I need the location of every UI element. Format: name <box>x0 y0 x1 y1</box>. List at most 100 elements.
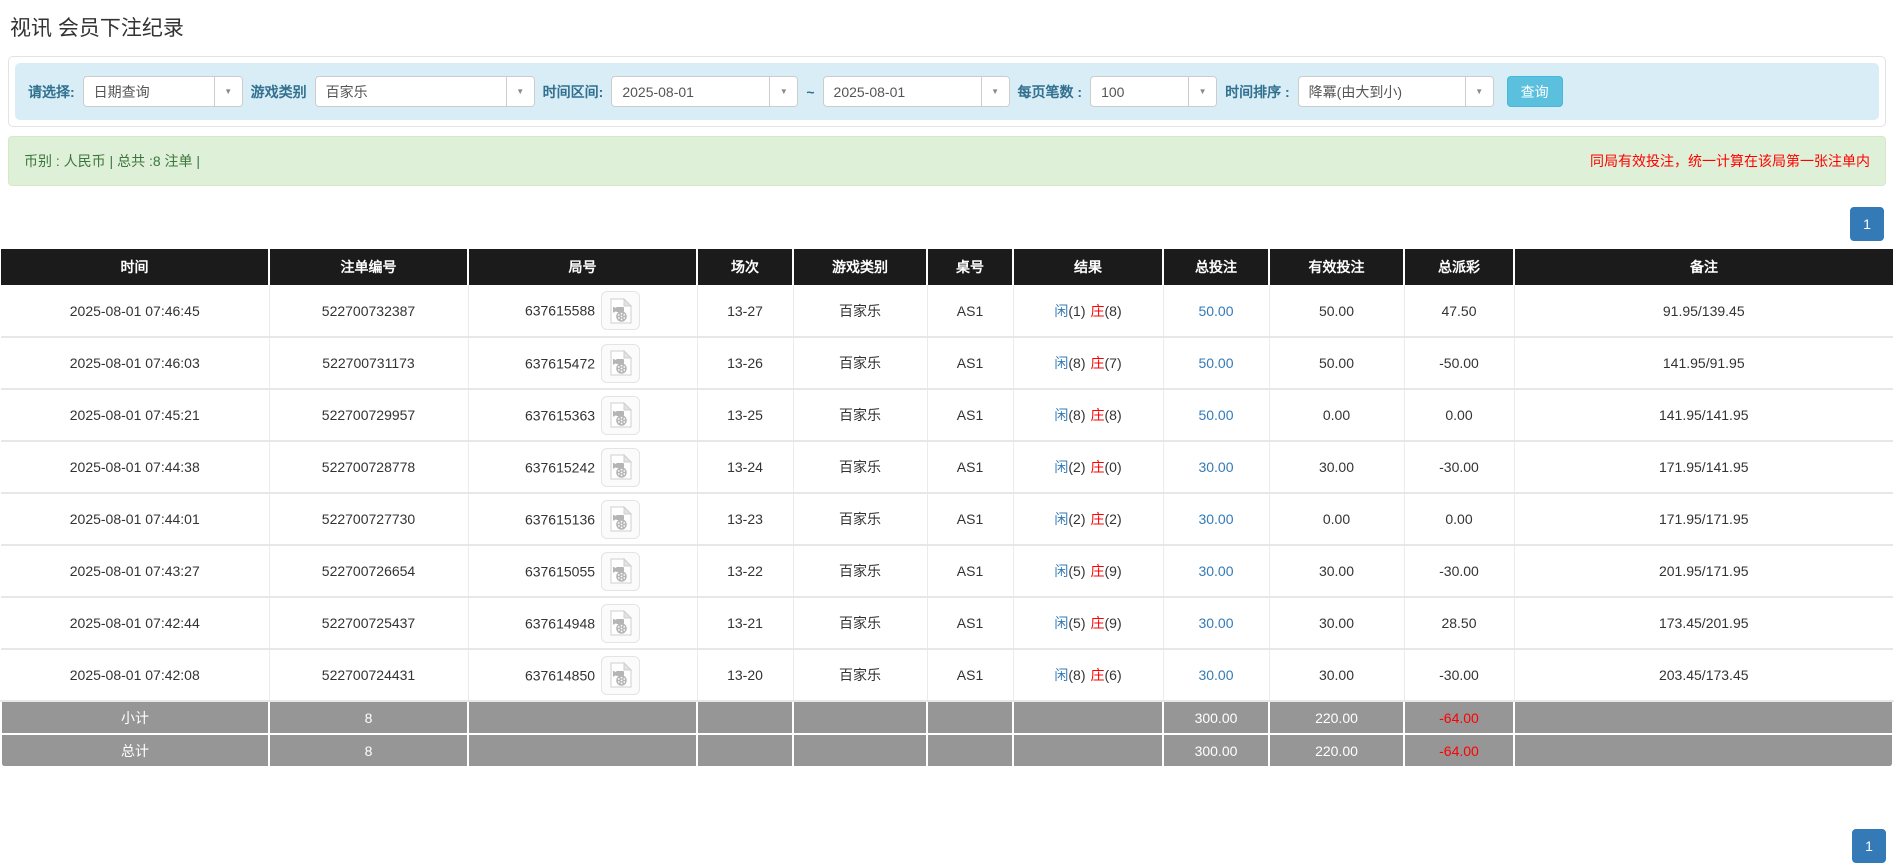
cell-valid-bet: 30.00 <box>1269 597 1404 649</box>
total-bet-link[interactable]: 30.00 <box>1198 563 1233 579</box>
date-from-select[interactable]: 2025-08-01 ▼ <box>611 76 798 107</box>
total-bet-link[interactable]: 30.00 <box>1198 615 1233 631</box>
cell-total-bet: 50.00 <box>1163 285 1269 337</box>
total-bet-link[interactable]: 30.00 <box>1198 459 1233 475</box>
query-type-select[interactable]: 日期查询 ▼ <box>83 76 243 107</box>
chevron-down-icon[interactable]: ▼ <box>214 77 242 106</box>
cell-session: 13-26 <box>697 337 793 389</box>
date-to-value: 2025-08-01 <box>824 84 981 100</box>
grand-total-row-remark <box>1514 734 1893 767</box>
cell-valid-bet: 30.00 <box>1269 441 1404 493</box>
grand-total-row-empty <box>468 734 697 767</box>
cell-bet-id: 522700725437 <box>269 597 468 649</box>
result-player: 闲 <box>1054 355 1068 371</box>
cell-payout: -30.00 <box>1404 649 1514 701</box>
cell-total-bet: 30.00 <box>1163 441 1269 493</box>
total-bet-link[interactable]: 50.00 <box>1198 407 1233 423</box>
cell-table-number: AS1 <box>927 597 1013 649</box>
cell-session: 13-22 <box>697 545 793 597</box>
cell-time: 2025-08-01 07:45:21 <box>1 389 269 441</box>
result-banker-score: (2) <box>1105 511 1122 527</box>
cell-game-category: 百家乐 <box>793 389 927 441</box>
cell-table-number: AS1 <box>927 441 1013 493</box>
cell-bet-id: 522700724431 <box>269 649 468 701</box>
video-record-button[interactable] <box>601 656 640 695</box>
cell-time: 2025-08-01 07:44:38 <box>1 441 269 493</box>
result-banker-score: (9) <box>1105 615 1122 631</box>
total-bet-link[interactable]: 30.00 <box>1198 667 1233 683</box>
chevron-down-icon[interactable]: ▼ <box>1188 77 1216 106</box>
cell-remark: 201.95/171.95 <box>1514 545 1893 597</box>
video-record-button[interactable] <box>601 344 640 383</box>
time-range-label: 时间区间: <box>543 82 604 102</box>
cell-round: 637614948 <box>468 597 697 649</box>
cell-bet-id: 522700727730 <box>269 493 468 545</box>
subtotal-row-empty <box>1013 701 1163 734</box>
subtotal-row-valid-bet: 220.00 <box>1269 701 1404 734</box>
range-tilde: ~ <box>806 84 814 100</box>
video-record-button[interactable] <box>601 500 640 539</box>
video-record-button[interactable] <box>601 552 640 591</box>
result-banker-score: (8) <box>1105 407 1122 423</box>
cell-valid-bet: 30.00 <box>1269 545 1404 597</box>
cell-table-number: AS1 <box>927 649 1013 701</box>
chevron-down-icon[interactable]: ▼ <box>769 77 797 106</box>
subtotal-row-count: 8 <box>269 701 468 734</box>
subtotal-row: 小计8300.00220.00-64.00 <box>1 701 1893 734</box>
video-record-icon <box>609 402 633 428</box>
summary-currency-total: 币别 : 人民币 | 总共 :8 注单 | <box>24 151 200 171</box>
query-type-value: 日期查询 <box>84 82 214 102</box>
time-sort-select[interactable]: 降冪(由大到小) ▼ <box>1298 76 1494 107</box>
date-to-select[interactable]: 2025-08-01 ▼ <box>823 76 1010 107</box>
cell-round: 637615055 <box>468 545 697 597</box>
cell-bet-id: 522700731173 <box>269 337 468 389</box>
video-record-button[interactable] <box>601 291 640 330</box>
cell-game-category: 百家乐 <box>793 649 927 701</box>
page-size-value: 100 <box>1091 84 1188 100</box>
chevron-down-icon[interactable]: ▼ <box>981 77 1009 106</box>
page-size-select[interactable]: 100 ▼ <box>1090 76 1217 107</box>
total-bet-link[interactable]: 50.00 <box>1198 355 1233 371</box>
cell-result: 闲(5)庄(9) <box>1013 597 1163 649</box>
pagination-bottom-page-1[interactable]: 1 <box>1852 829 1886 863</box>
summary-notice: 同局有效投注，统一计算在该局第一张注单内 <box>1590 151 1870 171</box>
cell-result: 闲(8)庄(8) <box>1013 389 1163 441</box>
time-sort-label: 时间排序 : <box>1225 82 1290 102</box>
result-player-score: (2) <box>1068 459 1085 475</box>
cell-time: 2025-08-01 07:46:45 <box>1 285 269 337</box>
total-bet-link[interactable]: 30.00 <box>1198 511 1233 527</box>
column-header: 局号 <box>468 249 697 285</box>
table-row: 2025-08-01 07:44:01522700727730637615136… <box>1 493 1893 545</box>
subtotal-row-empty <box>697 701 793 734</box>
total-bet-link[interactable]: 50.00 <box>1198 303 1233 319</box>
result-player-score: (5) <box>1068 615 1085 631</box>
round-number: 637614850 <box>525 667 595 683</box>
date-from-value: 2025-08-01 <box>612 84 769 100</box>
column-header: 场次 <box>697 249 793 285</box>
search-button[interactable]: 查询 <box>1507 76 1563 107</box>
column-header: 游戏类别 <box>793 249 927 285</box>
chevron-down-icon[interactable]: ▼ <box>506 77 534 106</box>
chevron-down-icon[interactable]: ▼ <box>1465 77 1493 106</box>
video-record-button[interactable] <box>601 604 640 643</box>
cell-session: 13-21 <box>697 597 793 649</box>
cell-session: 13-23 <box>697 493 793 545</box>
game-category-label: 游戏类别 <box>251 82 307 102</box>
filter-bar: 请选择: 日期查询 ▼ 游戏类别 百家乐 ▼ 时间区间: 2025-08-01 … <box>15 63 1879 120</box>
cell-result: 闲(5)庄(9) <box>1013 545 1163 597</box>
pagination-page-1[interactable]: 1 <box>1850 207 1884 241</box>
cell-session: 13-20 <box>697 649 793 701</box>
video-record-button[interactable] <box>601 448 640 487</box>
video-record-button[interactable] <box>601 396 640 435</box>
cell-result: 闲(2)庄(2) <box>1013 493 1163 545</box>
video-record-icon <box>609 506 633 532</box>
result-player-score: (8) <box>1068 667 1085 683</box>
betting-records-table: 时间注单编号局号场次游戏类别桌号结果总投注有效投注总派彩备注 2025-08-0… <box>0 249 1894 768</box>
cell-result: 闲(8)庄(6) <box>1013 649 1163 701</box>
cell-bet-id: 522700726654 <box>269 545 468 597</box>
cell-table-number: AS1 <box>927 285 1013 337</box>
table-row: 2025-08-01 07:42:08522700724431637614850… <box>1 649 1893 701</box>
result-player: 闲 <box>1054 511 1068 527</box>
game-category-select[interactable]: 百家乐 ▼ <box>315 76 535 107</box>
cell-session: 13-25 <box>697 389 793 441</box>
